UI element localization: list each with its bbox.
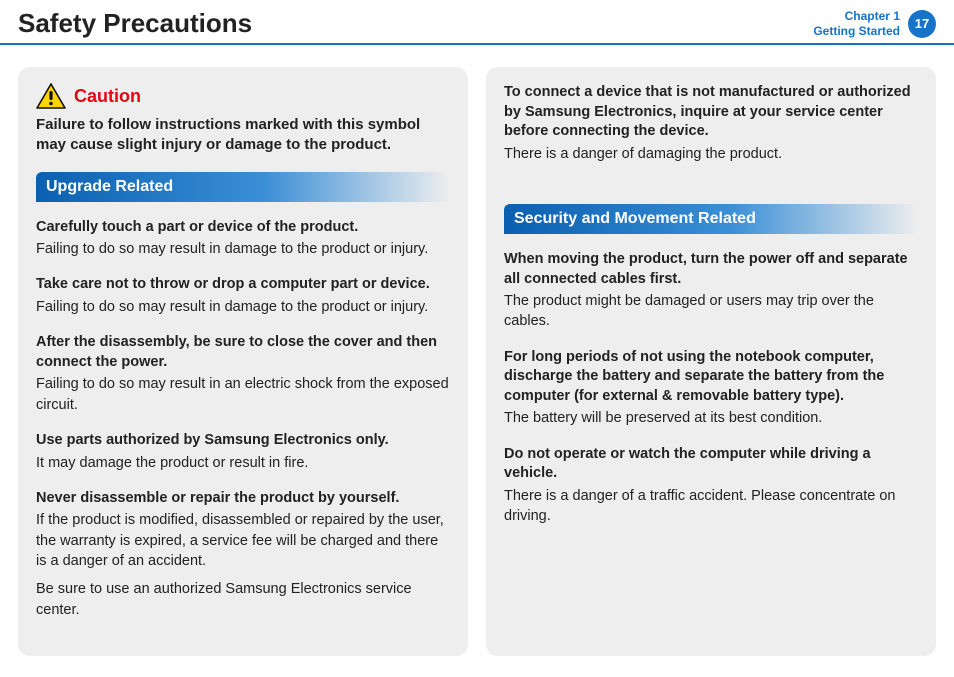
item-head: Do not operate or watch the computer whi… xyxy=(504,445,918,484)
caution-triangle-icon xyxy=(36,83,66,109)
item-body: There is a danger of damaging the produc… xyxy=(504,144,918,164)
page-number-badge: 17 xyxy=(908,10,936,38)
chapter-line-1: Chapter 1 xyxy=(813,9,900,23)
security-section-banner: Security and Movement Related xyxy=(504,204,918,234)
item-head: Take care not to throw or drop a compute… xyxy=(36,275,450,295)
caution-label: Caution xyxy=(74,86,141,107)
item-head: Use parts authorized by Samsung Electron… xyxy=(36,431,450,451)
item-body: The product might be damaged or users ma… xyxy=(504,291,918,332)
item-head: For long periods of not using the notebo… xyxy=(504,348,918,407)
caution-body: Failure to follow instructions marked wi… xyxy=(36,115,450,156)
chapter-indicator: Chapter 1 Getting Started 17 xyxy=(813,9,936,38)
item-head: When moving the product, turn the power … xyxy=(504,250,918,289)
item-head: Carefully touch a part or device of the … xyxy=(36,218,450,238)
item-head: To connect a device that is not manufact… xyxy=(504,83,918,142)
item-body: Failing to do so may result in an electr… xyxy=(36,374,450,415)
content-area: Caution Failure to follow instructions m… xyxy=(0,45,954,656)
upgrade-section-banner: Upgrade Related xyxy=(36,172,450,202)
page-title: Safety Precautions xyxy=(18,8,252,39)
item-body: Failing to do so may result in damage to… xyxy=(36,239,450,259)
chapter-text: Chapter 1 Getting Started xyxy=(813,9,900,38)
item-body: If the product is modified, disassembled… xyxy=(36,510,450,571)
item-body: Failing to do so may result in damage to… xyxy=(36,297,450,317)
item-body: Be sure to use an authorized Samsung Ele… xyxy=(36,579,450,620)
left-column: Caution Failure to follow instructions m… xyxy=(18,67,468,656)
item-body: There is a danger of a traffic accident.… xyxy=(504,486,918,527)
caution-row: Caution xyxy=(36,83,450,109)
page-header: Safety Precautions Chapter 1 Getting Sta… xyxy=(0,0,954,45)
item-head: After the disassembly, be sure to close … xyxy=(36,333,450,372)
right-column: To connect a device that is not manufact… xyxy=(486,67,936,656)
chapter-line-2: Getting Started xyxy=(813,24,900,38)
item-body: The battery will be preserved at its bes… xyxy=(504,408,918,428)
item-head: Never disassemble or repair the product … xyxy=(36,489,450,509)
item-body: It may damage the product or result in f… xyxy=(36,453,450,473)
